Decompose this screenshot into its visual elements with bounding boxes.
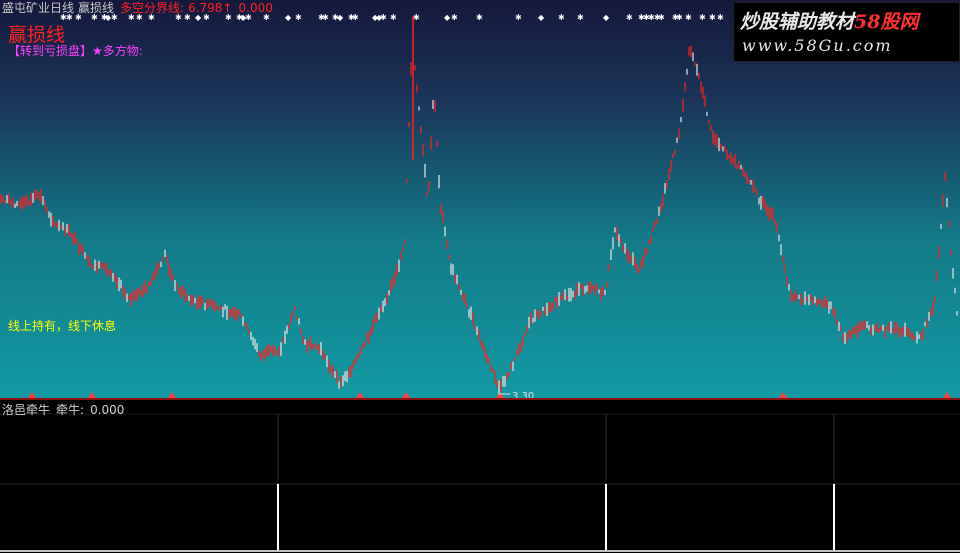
signal-marker: ✱ — [322, 13, 329, 22]
signal-marker: ✱ — [295, 13, 302, 22]
signal-marker: ✱ — [658, 13, 665, 22]
signal-marker: ✱ — [515, 13, 522, 22]
watermark-logo: 炒股辅助教材58股网 www.58Gu.com — [733, 2, 960, 62]
signal-marker: ✱ — [352, 13, 359, 22]
signal-marker: ✱ — [558, 13, 565, 22]
signal-marker: ◆ — [444, 13, 451, 22]
sub-indicator-chart[interactable] — [0, 400, 960, 553]
signal-marker: ✱ — [390, 13, 397, 22]
indicator-name: 赢损线 — [78, 1, 115, 15]
signal-marker: ✱ — [451, 13, 458, 22]
watermark-url: www.58Gu.com — [742, 36, 893, 55]
big-indicator-title: 赢损线 — [8, 24, 66, 46]
signal-marker: ◆ — [285, 13, 292, 22]
signal-marker: ✱ — [709, 13, 716, 22]
sub-indicator-group: 洛邑牵牛 — [2, 403, 51, 417]
signal-marker: ◆ — [538, 13, 545, 22]
low-price-label: 3.30 — [512, 391, 535, 398]
signal-marker: ✱ — [676, 13, 683, 22]
signal-marker: ◆ — [603, 13, 610, 22]
boundary-zero: 0.000 — [238, 1, 273, 15]
signal-marker: ✱ — [413, 13, 420, 22]
sub-indicator-value: 0.000 — [90, 403, 125, 417]
signal-marker: ◆ — [337, 13, 344, 22]
signal-marker: ✱ — [577, 13, 584, 22]
watermark-text: 炒股辅助教材 — [740, 11, 855, 33]
stock-name: 盛屯矿业日线 — [2, 1, 75, 15]
boundary-value: 6.798 — [188, 1, 223, 15]
watermark-title: 炒股辅助教材58股网 — [740, 7, 918, 34]
boundary-label: 多空分界线: — [120, 1, 185, 15]
signal-marker: ✱ — [626, 13, 633, 22]
signal-marker: ✱ — [685, 13, 692, 22]
hold-note: 线上持有，线下休息 — [8, 319, 117, 333]
main-chart-panel[interactable]: ✱ ✱ ✱ ✱ ✱ ◆ ✱ ✱ ✱ ✱ ✱ ✱ ◆ ✱ ✱ ✱ ◆ ✱ ✱ ◆ ✱ ✱ ✱ ✱ ◆ ✱ ✱ ◆ ◆ ✱ ✱ ✱ ◆ ✱ ✱ ✱ ◆ ✱ ✱ ◆… — [0, 0, 960, 398]
sub-indicator-name: 牵牛: — [56, 403, 85, 417]
watermark-brand: 58股网 — [854, 11, 919, 33]
up-arrow-icon: ↑ — [222, 1, 233, 15]
signal-marker: ✱ — [717, 13, 724, 22]
signal-marker: ✱ — [380, 13, 387, 22]
signal-marker: ✱ — [476, 13, 483, 22]
sub-indicator-header: 洛邑牵牛 牵牛: 0.000 — [2, 403, 124, 417]
chart-title-bar: 盛屯矿业日线 赢损线 多空分界线: 6.798↑ 0.000 — [2, 1, 273, 15]
position-status: 【转到亏损盘】★多方物: — [8, 44, 143, 58]
sub-indicator-panel[interactable]: 洛邑牵牛 牵牛: 0.000 — [0, 400, 960, 553]
signal-marker: ✱ — [699, 13, 706, 22]
